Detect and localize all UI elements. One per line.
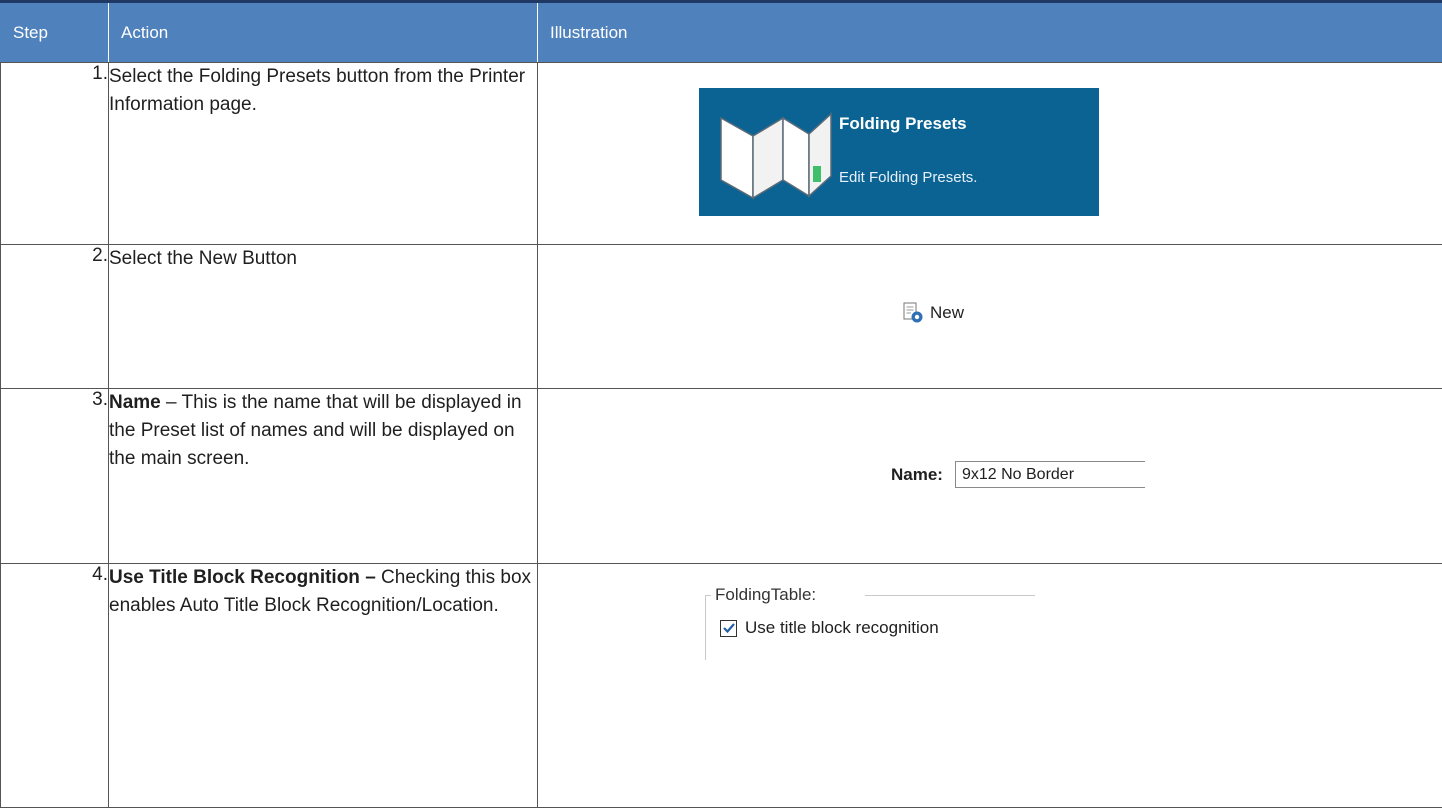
checkbox-checked-icon[interactable] — [720, 620, 737, 637]
step-illustration: New — [538, 245, 1442, 389]
folding-presets-subtitle: Edit Folding Presets. — [839, 169, 977, 186]
group-title: FoldingTable: — [715, 585, 816, 605]
step-number: 4. — [1, 564, 109, 808]
action-bold-term: Use Title Block Recognition – — [109, 567, 376, 588]
step-action: Name – This is the name that will be dis… — [109, 389, 538, 564]
table-row: 4. Use Title Block Recognition – Checkin… — [1, 564, 1442, 808]
folding-presets-button[interactable]: Folding Presets Edit Folding Presets. — [699, 88, 1099, 216]
folding-presets-title: Folding Presets — [839, 114, 967, 134]
group-border — [705, 595, 706, 660]
step-action: Select the New Button — [109, 245, 538, 389]
table-row: 3. Name – This is the name that will be … — [1, 389, 1442, 564]
name-label: Name: — [891, 465, 943, 485]
table-row: 2. Select the New Button New — [1, 245, 1442, 389]
step-illustration: Name: 9x12 No Border — [538, 389, 1442, 564]
header-step: Step — [1, 2, 109, 63]
header-action: Action — [109, 2, 538, 63]
new-document-icon — [902, 302, 924, 324]
title-block-checkbox[interactable]: Use title block recognition — [720, 618, 939, 638]
table-header-row: Step Action Illustration — [1, 2, 1442, 63]
step-number: 3. — [1, 389, 109, 564]
step-number: 1. — [1, 63, 109, 245]
step-action: Use Title Block Recognition – Checking t… — [109, 564, 538, 808]
folding-table-group: FoldingTable: Use title block recognitio… — [705, 582, 1035, 660]
folded-paper-icon — [713, 106, 833, 201]
group-border — [865, 595, 1035, 596]
new-button-label: New — [930, 303, 964, 323]
table-row: 1. Select the Folding Presets button fro… — [1, 63, 1442, 245]
step-illustration: FoldingTable: Use title block recognitio… — [538, 564, 1442, 808]
name-input[interactable]: 9x12 No Border — [955, 461, 1145, 488]
steps-table: Step Action Illustration 1. Select the F… — [0, 0, 1442, 808]
step-number: 2. — [1, 245, 109, 389]
step-illustration: Folding Presets Edit Folding Presets. — [538, 63, 1442, 245]
action-bold-term: Name — [109, 392, 161, 413]
new-button[interactable]: New — [902, 302, 964, 324]
step-action: Select the Folding Presets button from t… — [109, 63, 538, 245]
name-field-row: Name: 9x12 No Border — [891, 461, 1145, 488]
action-description: – This is the name that will be displaye… — [109, 392, 522, 469]
header-illustration: Illustration — [538, 2, 1442, 63]
checkbox-label: Use title block recognition — [745, 618, 939, 638]
